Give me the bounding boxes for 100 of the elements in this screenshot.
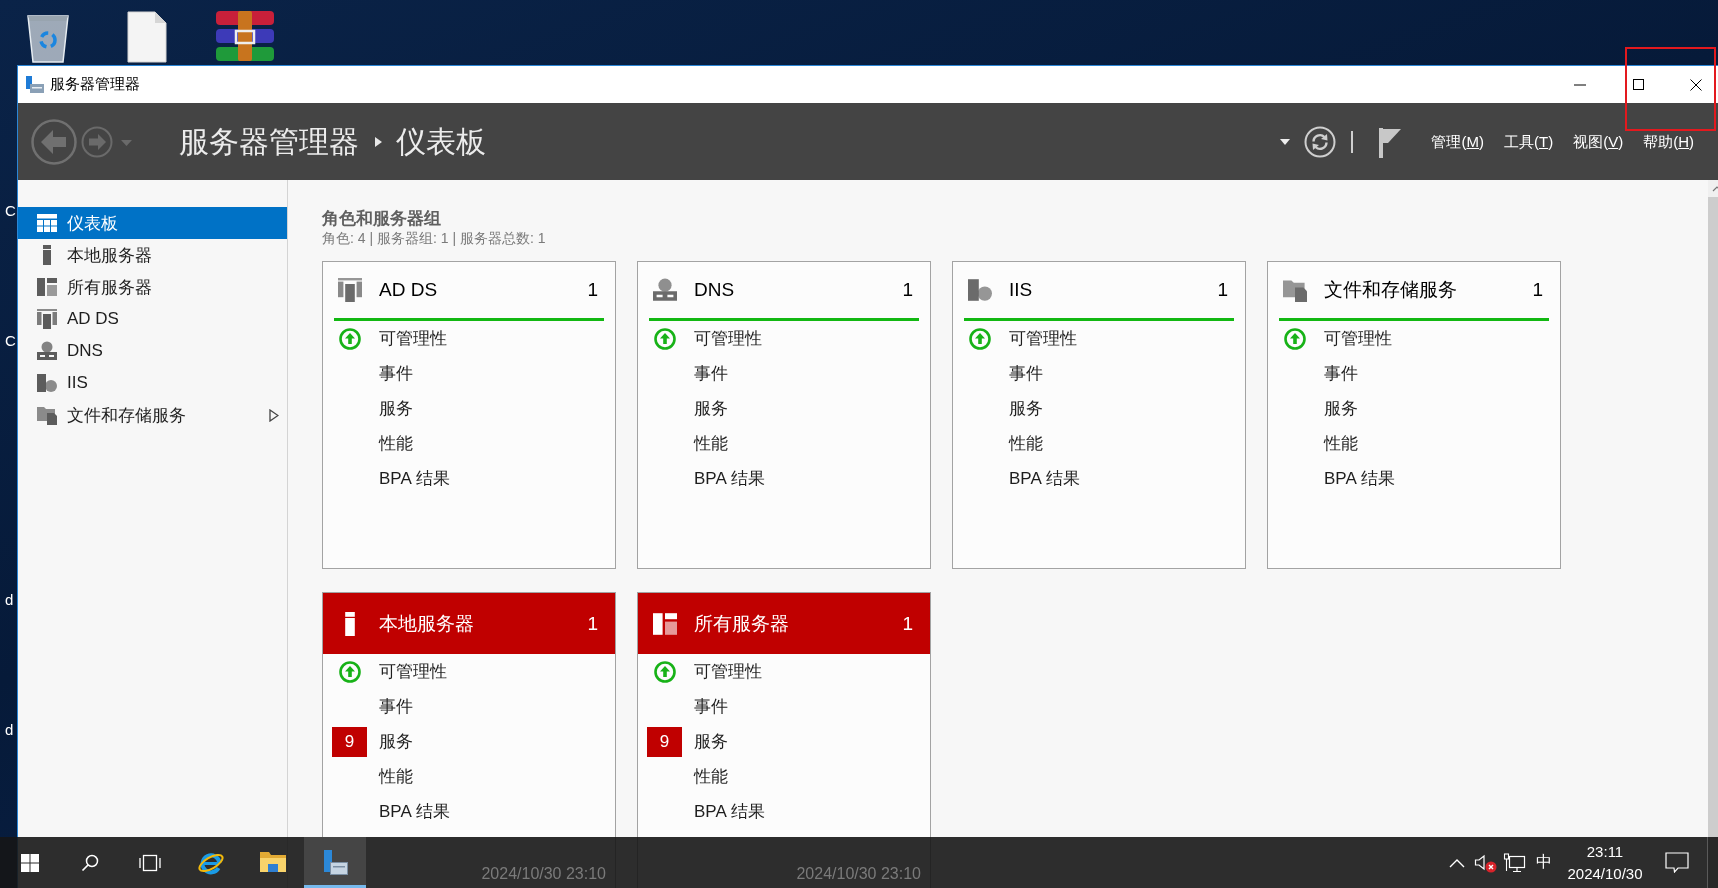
- window-title: 服务器管理器: [50, 75, 140, 94]
- message-bubble-icon: [1664, 852, 1689, 873]
- tile-row-label[interactable]: 性能: [1324, 432, 1358, 455]
- tile-timestamp: 2024/10/30 23:10: [796, 865, 922, 884]
- sidebar-item[interactable]: DNS: [18, 335, 287, 367]
- tile-row-label[interactable]: 事件: [694, 695, 728, 718]
- tile-title[interactable]: 文件和存储服务: [1324, 277, 1533, 303]
- tile-row-label[interactable]: 可管理性: [694, 327, 762, 350]
- tile-row-label[interactable]: 可管理性: [379, 327, 447, 350]
- up-arrow-circle-icon: [653, 327, 676, 350]
- up-arrow-circle-icon: [338, 327, 361, 350]
- tile-row-label[interactable]: 性能: [379, 432, 413, 455]
- sidebar-item[interactable]: IIS: [18, 367, 287, 399]
- menu-button[interactable]: 工具(T): [1503, 131, 1554, 152]
- taskbar-app-button[interactable]: [304, 837, 366, 888]
- speaker-muted-icon: [1474, 852, 1497, 873]
- clock-time[interactable]: 23:11: [1586, 840, 1624, 863]
- tile-title[interactable]: DNS: [694, 279, 903, 301]
- tile-row-label[interactable]: 服务: [379, 397, 413, 420]
- tile-row-label[interactable]: 性能: [1009, 432, 1043, 455]
- breadcrumb-item[interactable]: 仪表板: [396, 121, 486, 162]
- servers-icon: [652, 611, 677, 636]
- network-icon: [1503, 852, 1526, 873]
- server-app-icon: [26, 75, 44, 94]
- alert-count-badge[interactable]: 9: [332, 726, 367, 757]
- section-heading: 角色和服务器组: [322, 208, 442, 230]
- sidebar-item[interactable]: 仪表板: [18, 207, 287, 239]
- refresh-button[interactable]: [1304, 125, 1337, 158]
- flag-icon: [1379, 127, 1402, 158]
- task-view-icon: [139, 853, 161, 872]
- tile-row-label[interactable]: BPA 结果: [694, 467, 765, 490]
- globe-server-icon: [652, 278, 677, 302]
- tile-count: 1: [902, 612, 913, 635]
- menu-button[interactable]: 帮助(H): [1643, 131, 1694, 152]
- archive-books-icon[interactable]: [216, 11, 274, 61]
- document-icon[interactable]: [127, 11, 167, 63]
- flag-button[interactable]: [1379, 127, 1402, 158]
- up-arrow-circle-icon: [653, 660, 676, 683]
- tile-row-label[interactable]: 服务: [379, 730, 413, 753]
- folder-document-icon: [1282, 278, 1307, 302]
- tile-row-label[interactable]: 服务: [1324, 397, 1358, 420]
- tile-count: 1: [587, 279, 598, 301]
- tile-count: 1: [1532, 279, 1543, 301]
- server-icon: [321, 848, 349, 877]
- tile-row-label[interactable]: 可管理性: [1009, 327, 1077, 350]
- maximize-icon: [1632, 79, 1644, 90]
- tile-count: 1: [587, 612, 598, 635]
- menu-button[interactable]: 视图(V): [1573, 131, 1624, 152]
- servers-icon: [37, 277, 57, 297]
- desktop-icon-label[interactable]: C: [5, 202, 16, 220]
- caret-right-icon: [375, 136, 382, 147]
- alert-count-badge[interactable]: 9: [647, 726, 682, 757]
- caret-down-icon: [1280, 138, 1291, 145]
- tile-row-label[interactable]: BPA 结果: [1009, 467, 1080, 490]
- tile-row-label[interactable]: 可管理性: [379, 660, 447, 683]
- clock-date[interactable]: 2024/10/30: [1567, 862, 1643, 885]
- up-arrow-circle-icon: [1283, 327, 1306, 350]
- tile-title[interactable]: 所有服务器: [694, 610, 903, 637]
- tile-row-label[interactable]: BPA 结果: [379, 467, 450, 490]
- expand-arrow-icon[interactable]: [269, 408, 279, 422]
- tile-row-label[interactable]: 服务: [1009, 397, 1043, 420]
- tile-count: 1: [1217, 279, 1228, 301]
- desktop-icon-label[interactable]: d: [5, 721, 14, 739]
- tile-row-label[interactable]: 可管理性: [694, 660, 762, 683]
- search-icon: [81, 853, 99, 872]
- refresh-dropdown[interactable]: [1280, 138, 1291, 145]
- tile-row-label[interactable]: 事件: [694, 362, 728, 385]
- desktop-icon-label[interactable]: C: [5, 332, 16, 350]
- tile-row-label[interactable]: BPA 结果: [379, 800, 450, 823]
- server-globe-icon: [967, 278, 992, 302]
- windows-logo-icon: [21, 853, 39, 872]
- tile-title[interactable]: 本地服务器: [379, 610, 588, 637]
- tile-row-label[interactable]: 事件: [379, 362, 413, 385]
- sidebar-item[interactable]: AD DS: [18, 303, 287, 335]
- tile-title[interactable]: IIS: [1009, 279, 1218, 301]
- tile-title[interactable]: AD DS: [379, 279, 588, 301]
- sidebar-item[interactable]: 所有服务器: [18, 271, 287, 303]
- desktop-icon-label[interactable]: d: [5, 591, 14, 609]
- menu-button[interactable]: 管理(M): [1431, 131, 1484, 152]
- input-method-button[interactable]: 中: [1529, 837, 1558, 888]
- tile-row-label[interactable]: 可管理性: [1324, 327, 1392, 350]
- tile-row-label[interactable]: 服务: [694, 397, 728, 420]
- tile-row-label[interactable]: BPA 结果: [694, 800, 765, 823]
- tile-row-label[interactable]: 性能: [379, 765, 413, 788]
- caret-down-icon: [121, 139, 132, 146]
- section-summary: 角色: 4 | 服务器组: 1 | 服务器总数: 1: [322, 230, 547, 247]
- tile-row-label[interactable]: 性能: [694, 432, 728, 455]
- sidebar-item[interactable]: 文件和存储服务: [18, 399, 287, 431]
- tile-timestamp: 2024/10/30 23:10: [481, 865, 607, 884]
- tile-row-label[interactable]: 性能: [694, 765, 728, 788]
- server-globe-icon: [37, 373, 57, 393]
- tile-row-label[interactable]: 服务: [694, 730, 728, 753]
- tile-row-label[interactable]: 事件: [1324, 362, 1358, 385]
- breadcrumb-item[interactable]: 服务器管理器: [179, 121, 359, 162]
- tile-count: 1: [902, 279, 913, 301]
- server-group-icon: [337, 278, 362, 302]
- tile-row-label[interactable]: BPA 结果: [1324, 467, 1395, 490]
- tile-row-label[interactable]: 事件: [1009, 362, 1043, 385]
- tile-row-label[interactable]: 事件: [379, 695, 413, 718]
- sidebar-item[interactable]: 本地服务器: [18, 239, 287, 271]
